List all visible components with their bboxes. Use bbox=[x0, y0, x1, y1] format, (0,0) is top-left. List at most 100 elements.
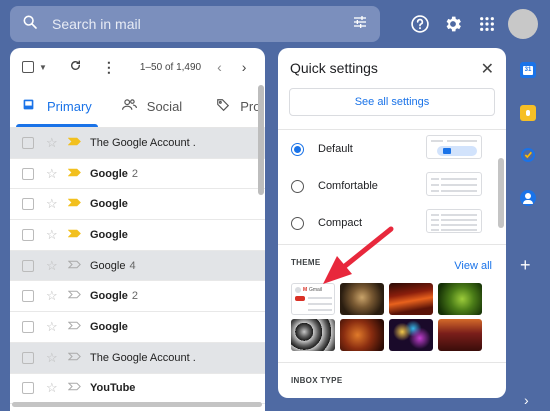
table-row[interactable]: ☆ Google 2 bbox=[10, 159, 265, 190]
important-marker-icon[interactable] bbox=[67, 290, 82, 302]
table-row[interactable]: ☆ Google 4 bbox=[10, 250, 265, 282]
select-dropdown-icon[interactable]: ▼ bbox=[39, 63, 47, 72]
row-checkbox[interactable] bbox=[22, 382, 34, 395]
apps-grid-icon[interactable] bbox=[475, 12, 499, 36]
table-row[interactable]: ☆ The Google Account . bbox=[10, 128, 265, 159]
row-checkbox[interactable] bbox=[22, 259, 34, 272]
important-marker-icon[interactable] bbox=[67, 229, 82, 241]
mail-vertical-scrollbar[interactable] bbox=[258, 85, 264, 195]
table-row[interactable]: ☆ Google bbox=[10, 189, 265, 221]
star-icon[interactable]: ☆ bbox=[46, 135, 58, 151]
theme-section-label: THEME bbox=[291, 258, 321, 267]
important-marker-icon[interactable] bbox=[67, 168, 82, 180]
sender-name: The Google Account . bbox=[90, 351, 196, 364]
important-marker-icon[interactable] bbox=[67, 382, 82, 394]
theme-canyon[interactable] bbox=[389, 283, 433, 315]
important-marker-icon[interactable] bbox=[67, 321, 82, 333]
select-all-checkbox[interactable] bbox=[22, 61, 34, 73]
star-icon[interactable]: ☆ bbox=[46, 166, 58, 182]
view-all-themes-link[interactable]: View all bbox=[454, 260, 492, 272]
default-theme-label: Gmail bbox=[309, 287, 323, 293]
star-icon[interactable]: ☆ bbox=[46, 380, 58, 396]
tab-social[interactable]: Social bbox=[110, 85, 194, 127]
refresh-icon[interactable] bbox=[69, 59, 82, 75]
tag-icon bbox=[216, 98, 230, 115]
star-icon[interactable]: ☆ bbox=[46, 350, 58, 366]
table-row[interactable]: ☆ YouTube bbox=[10, 374, 265, 405]
tab-primary[interactable]: Primary bbox=[10, 85, 104, 127]
divider bbox=[278, 244, 506, 245]
important-marker-icon[interactable] bbox=[67, 137, 82, 149]
star-icon[interactable]: ☆ bbox=[46, 258, 58, 274]
star-icon[interactable]: ☆ bbox=[46, 227, 58, 243]
density-compact-preview bbox=[426, 209, 482, 233]
divider bbox=[278, 362, 506, 363]
tab-social-label: Social bbox=[146, 98, 183, 114]
table-row[interactable]: ☆ Google bbox=[10, 312, 265, 343]
table-row[interactable]: ☆ Google 2 bbox=[10, 281, 265, 313]
mail-list-panel: ▼ ⋮ 1–50 of 1,490 ‹ › Primary Social Pro bbox=[10, 48, 265, 411]
radio-button[interactable] bbox=[291, 142, 304, 156]
mail-horizontal-scrollbar[interactable] bbox=[12, 402, 262, 407]
theme-leaf[interactable] bbox=[438, 283, 482, 315]
search-bar[interactable]: Search in mail bbox=[10, 6, 380, 42]
row-checkbox[interactable] bbox=[22, 136, 34, 149]
expand-panel-icon[interactable]: › bbox=[524, 392, 529, 408]
prev-page-icon[interactable]: ‹ bbox=[217, 59, 222, 75]
add-addon-icon[interactable]: + bbox=[520, 255, 531, 276]
tasks-icon[interactable] bbox=[520, 147, 536, 163]
search-options-icon[interactable] bbox=[352, 14, 368, 35]
theme-sunset[interactable] bbox=[438, 319, 482, 351]
row-checkbox[interactable] bbox=[22, 198, 34, 211]
more-options-icon[interactable]: ⋮ bbox=[102, 60, 116, 74]
row-checkbox[interactable] bbox=[22, 351, 34, 364]
sender-name: Google bbox=[90, 320, 128, 333]
sender-name: The Google Account . bbox=[90, 136, 196, 149]
thread-count: 4 bbox=[129, 259, 136, 272]
star-icon[interactable]: ☆ bbox=[46, 319, 58, 335]
tab-promotions[interactable]: Pro bbox=[204, 85, 265, 127]
row-checkbox[interactable] bbox=[22, 167, 34, 180]
row-checkbox[interactable] bbox=[22, 228, 34, 241]
important-marker-icon[interactable] bbox=[67, 198, 82, 210]
search-input[interactable]: Search in mail bbox=[52, 16, 352, 32]
theme-bokeh[interactable] bbox=[389, 319, 433, 351]
search-icon[interactable] bbox=[22, 14, 38, 35]
theme-chess[interactable] bbox=[340, 283, 384, 315]
density-label: Comfortable bbox=[318, 180, 378, 192]
important-marker-icon[interactable] bbox=[67, 260, 82, 272]
pagination-text: 1–50 of 1,490 bbox=[139, 61, 202, 73]
row-checkbox[interactable] bbox=[22, 320, 34, 333]
close-icon[interactable]: ✕ bbox=[481, 59, 494, 79]
table-row[interactable]: ☆ The Google Account . bbox=[10, 342, 265, 374]
contacts-icon[interactable] bbox=[520, 190, 536, 206]
mail-tabs: Primary Social Pro bbox=[10, 86, 265, 128]
tab-primary-label: Primary bbox=[47, 98, 92, 114]
see-all-settings-button[interactable]: See all settings bbox=[289, 88, 495, 116]
important-marker-icon[interactable] bbox=[67, 352, 82, 364]
thread-count: 2 bbox=[131, 167, 139, 180]
star-icon[interactable]: ☆ bbox=[46, 196, 58, 212]
density-default-preview bbox=[426, 135, 482, 159]
row-checkbox[interactable] bbox=[22, 290, 34, 303]
quick-settings-panel: Quick settings ✕ See all settings Defaul… bbox=[278, 48, 506, 398]
avatar[interactable] bbox=[508, 9, 538, 39]
next-page-icon[interactable]: › bbox=[242, 59, 247, 75]
settings-gear-icon[interactable] bbox=[441, 12, 465, 36]
theme-default[interactable]: M Gmail bbox=[291, 283, 335, 315]
help-icon[interactable] bbox=[408, 12, 432, 36]
calendar-icon[interactable]: 31 bbox=[520, 62, 536, 78]
radio-button[interactable] bbox=[291, 216, 304, 230]
quick-settings-title: Quick settings bbox=[290, 60, 378, 76]
inbox-type-section-label: INBOX TYPE bbox=[291, 376, 343, 385]
table-row[interactable]: ☆ Google bbox=[10, 220, 265, 251]
radio-button[interactable] bbox=[291, 179, 304, 193]
theme-metal-spheres[interactable] bbox=[291, 319, 335, 351]
keep-icon[interactable] bbox=[520, 105, 536, 121]
star-icon[interactable]: ☆ bbox=[46, 288, 58, 304]
quick-settings-scrollbar[interactable] bbox=[498, 158, 504, 228]
sender-name: YouTube bbox=[90, 382, 136, 395]
theme-fire[interactable] bbox=[340, 319, 384, 351]
density-comfortable-preview bbox=[426, 172, 482, 196]
density-label: Compact bbox=[318, 217, 363, 229]
